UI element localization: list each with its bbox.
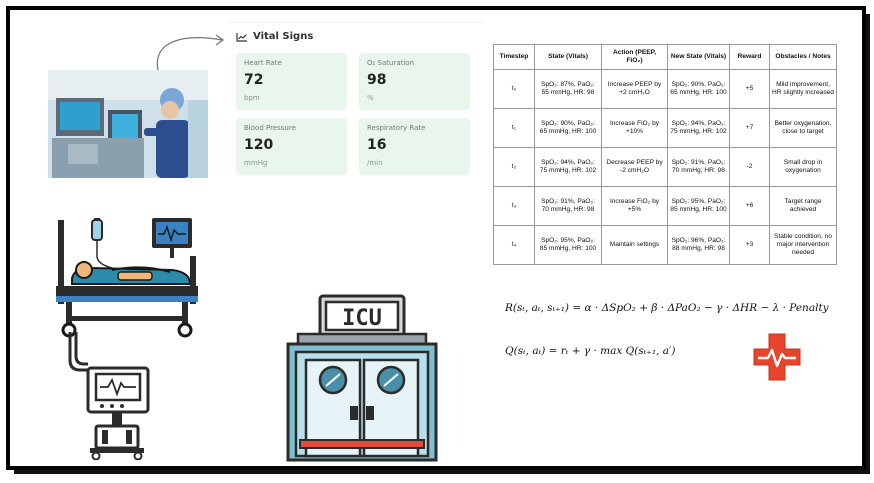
table-cell: Mild improvement, HR slightly increased [769,69,837,109]
header-cell: Timestep [493,44,535,70]
card-value: 98 [367,72,387,88]
card-value: 120 [244,137,274,153]
table-cell: SpO₂: 95%, PaO₂: 85 mmHg, HR: 100 [534,225,602,265]
table-cell: Maintain settings [601,225,668,265]
icu-building-icon: ICU [286,294,438,462]
medical-cross-icon [753,333,801,381]
card-value: 72 [244,72,264,88]
ventilator-icon [68,332,150,460]
card-unit: mmHg [244,159,268,167]
card-label: Respiratory Rate [367,124,426,132]
table-cell: Increase PEEP by +2 cmH₂O [601,69,668,109]
table-cell: -2 [729,147,770,187]
card-value: 16 [367,137,387,153]
table-row: t₂ SpO₂: 94%, PaO₂: 75 mmHg, HR: 102 Dec… [493,147,837,187]
table-cell: SpO₂: 90%, PaO₂: 65 mmHg, HR: 100 [534,108,602,148]
card-unit: /min [367,159,383,167]
table-row: t₀ SpO₂: 87%, PaO₂: 55 mmHg, HR: 98 Incr… [493,69,837,109]
table-cell: SpO₂: 91%, PaO₂: 70 mmHg, HR: 98 [667,147,730,187]
table-cell: Decrease PEEP by -2 cmH₂O [601,147,668,187]
table-cell: SpO₂: 94%, PaO₂: 75 mmHg, HR: 102 [667,108,730,148]
table-row: t₁ SpO₂: 90%, PaO₂: 65 mmHg, HR: 100 Inc… [493,108,837,148]
card-label: Blood Pressure [244,124,296,132]
table-cell: t₃ [493,186,535,226]
table-cell: t₄ [493,225,535,265]
vital-signs-title: Vital Signs [253,31,314,42]
table-cell: +6 [729,186,770,226]
patient-bed-icon [56,218,198,338]
table-cell: +7 [729,108,770,148]
table-cell: SpO₂: 87%, PaO₂: 55 mmHg, HR: 98 [534,69,602,109]
table-cell: +3 [729,225,770,265]
respiratory-rate-card: Respiratory Rate 16 /min [359,118,470,175]
nurse-ventilator-photo [48,70,208,178]
reward-formula: R(sₜ, aₜ, sₜ₊₁) = α · ΔSpO₂ + β · ΔPaO₂ … [505,302,829,314]
table-cell: SpO₂: 90%, PaO₂: 65 mmHg, HR: 100 [667,69,730,109]
table-cell: Increase FiO₂ by +5% [601,186,668,226]
table-header-row: Timestep State (Vitals) Action (PEEP, Fi… [493,44,837,70]
header-cell: Action (PEEP, FiO₂) [601,44,668,70]
header-cell: State (Vitals) [534,44,602,70]
vital-signs-header: Vital Signs [236,31,313,42]
header-cell: Obstacles / Notes [769,44,837,70]
table-cell: +5 [729,69,770,109]
table-cell: t₁ [493,108,535,148]
blood-pressure-card: Blood Pressure 120 mmHg [236,118,347,175]
header-cell: Reward [729,44,770,70]
table-cell: Target range achieved [769,186,837,226]
card-label: O₂ Saturation [367,59,415,67]
table-cell: t₂ [493,147,535,187]
card-label: Heart Rate [244,59,282,67]
table-row: t₃ SpO₂: 91%, PaO₂: 70 mmHg, HR: 98 Incr… [493,186,837,226]
table-cell: SpO₂: 96%, PaO₂: 88 mmHg, HR: 98 [667,225,730,265]
vital-signs-panel: Vital Signs Heart Rate 72 bpm O₂ Saturat… [228,22,484,183]
table-cell: t₀ [493,69,535,109]
heart-rate-card: Heart Rate 72 bpm [236,53,347,110]
rl-timestep-table: Timestep State (Vitals) Action (PEEP, Fi… [493,44,837,265]
table-row: t₄ SpO₂: 95%, PaO₂: 85 mmHg, HR: 100 Mai… [493,225,837,265]
icu-sign-label: ICU [342,306,382,331]
table-cell: Better oxygenation, close to target [769,108,837,148]
chart-icon [236,32,247,42]
table-cell: SpO₂: 91%, PaO₂: 70 mmHg, HR: 98 [534,186,602,226]
table-cell: Small drop in oxygenation [769,147,837,187]
q-update-formula: Q(sₜ, aₜ) = rₜ + γ · max Q(sₜ₊₁, a′) [505,345,676,357]
card-unit: % [367,94,374,102]
curved-arrow-icon [156,34,225,71]
card-unit: bpm [244,94,260,102]
table-cell: SpO₂: 94%, PaO₂: 75 mmHg, HR: 102 [534,147,602,187]
table-cell: Increase FiO₂ by +10% [601,108,668,148]
header-cell: New State (Vitals) [667,44,730,70]
table-cell: SpO₂: 95%, PaO₂: 85 mmHg, HR: 100 [667,186,730,226]
table-cell: Stable condition, no major intervention … [769,225,837,265]
o2-saturation-card: O₂ Saturation 98 % [359,53,470,110]
